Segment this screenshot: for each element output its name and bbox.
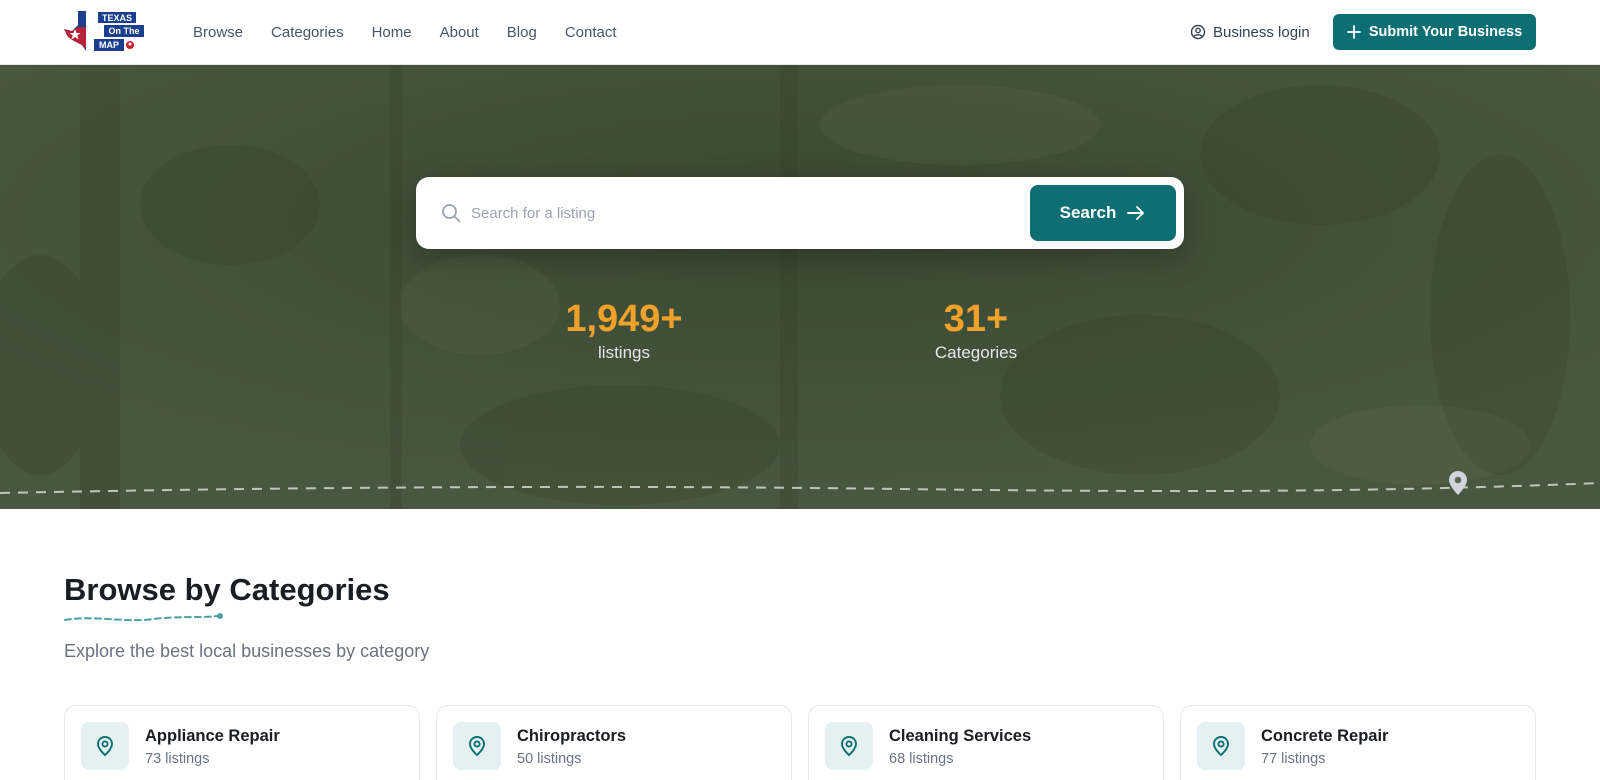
section-subtitle: Explore the best local businesses by cat…	[64, 641, 430, 661]
user-circle-icon	[1190, 24, 1206, 40]
stat-listings: 1,949+ listings	[514, 297, 734, 363]
hero-background-image	[0, 65, 1600, 509]
category-count: 50 listings	[517, 751, 582, 767]
map-pin-icon	[841, 736, 857, 757]
nav-link-home[interactable]: Home	[372, 24, 412, 41]
category-name: Appliance Repair	[145, 727, 280, 745]
business-login-label: Business login	[1213, 23, 1310, 41]
category-name: Chiropractors	[517, 727, 627, 745]
category-card-cleaning-services[interactable]: Cleaning Services 68 listings	[808, 705, 1164, 780]
logo-text-texas: TEXAS	[102, 13, 132, 23]
category-icon-box	[81, 722, 129, 770]
search-input[interactable]	[471, 195, 1031, 231]
section-title: Browse by Categories	[64, 572, 390, 607]
search-button[interactable]: Search	[1030, 185, 1176, 241]
nav-link-blog[interactable]: Blog	[507, 24, 537, 41]
nav-link-categories[interactable]: Categories	[271, 24, 344, 41]
map-pin-icon	[1449, 471, 1467, 495]
business-login-link[interactable]: Business login	[1190, 0, 1310, 64]
search-bar: Search	[416, 177, 1184, 249]
category-grid: Appliance Repair 73 listings Chiropracto…	[64, 705, 1536, 780]
nav-link-browse[interactable]: Browse	[193, 24, 243, 41]
stat-categories-label: Categories	[934, 343, 1018, 362]
site-logo[interactable]: TEXAS On The MAP	[64, 9, 148, 55]
arrow-right-icon	[1127, 206, 1145, 220]
stat-categories: 31+ Categories	[866, 297, 1086, 363]
category-count: 68 listings	[889, 751, 954, 767]
category-card-concrete-repair[interactable]: Concrete Repair 77 listings	[1180, 705, 1536, 780]
submit-business-button[interactable]: Submit Your Business	[1333, 14, 1536, 50]
main-menu: Browse Categories Home About Blog Contac…	[193, 0, 645, 64]
hero-section: Search 1,949+ listings 31+ Categories	[0, 65, 1600, 509]
category-card-appliance-repair[interactable]: Appliance Repair 73 listings	[64, 705, 420, 780]
search-button-label: Search	[1059, 203, 1117, 222]
stat-categories-value: 31+	[943, 298, 1009, 340]
category-name: Concrete Repair	[1261, 727, 1389, 745]
category-icon-box	[825, 722, 873, 770]
nav-link-about[interactable]: About	[440, 24, 479, 41]
stat-listings-label: listings	[598, 343, 650, 362]
category-count: 77 listings	[1261, 751, 1326, 767]
category-icon-box	[1197, 722, 1245, 770]
category-name: Cleaning Services	[889, 727, 1032, 745]
map-pin-icon	[1213, 736, 1229, 757]
map-pin-icon	[97, 736, 113, 757]
logo-text-on-the: On The	[109, 26, 140, 36]
map-pin-icon	[469, 736, 485, 757]
top-navigation: TEXAS On The MAP Browse Categories Home …	[0, 0, 1600, 65]
plus-icon	[1346, 25, 1361, 39]
category-card-chiropractors[interactable]: Chiropractors 50 listings	[436, 705, 792, 780]
submit-business-label: Submit Your Business	[1368, 24, 1523, 40]
search-icon	[442, 204, 461, 223]
category-count: 73 listings	[145, 751, 210, 767]
title-underline-decoration	[64, 613, 223, 622]
nav-link-contact[interactable]: Contact	[565, 24, 617, 41]
route-dashed-line	[0, 482, 1600, 494]
stat-listings-value: 1,949+	[565, 298, 683, 340]
category-icon-box	[453, 722, 501, 770]
logo-text-map: MAP	[99, 40, 119, 50]
